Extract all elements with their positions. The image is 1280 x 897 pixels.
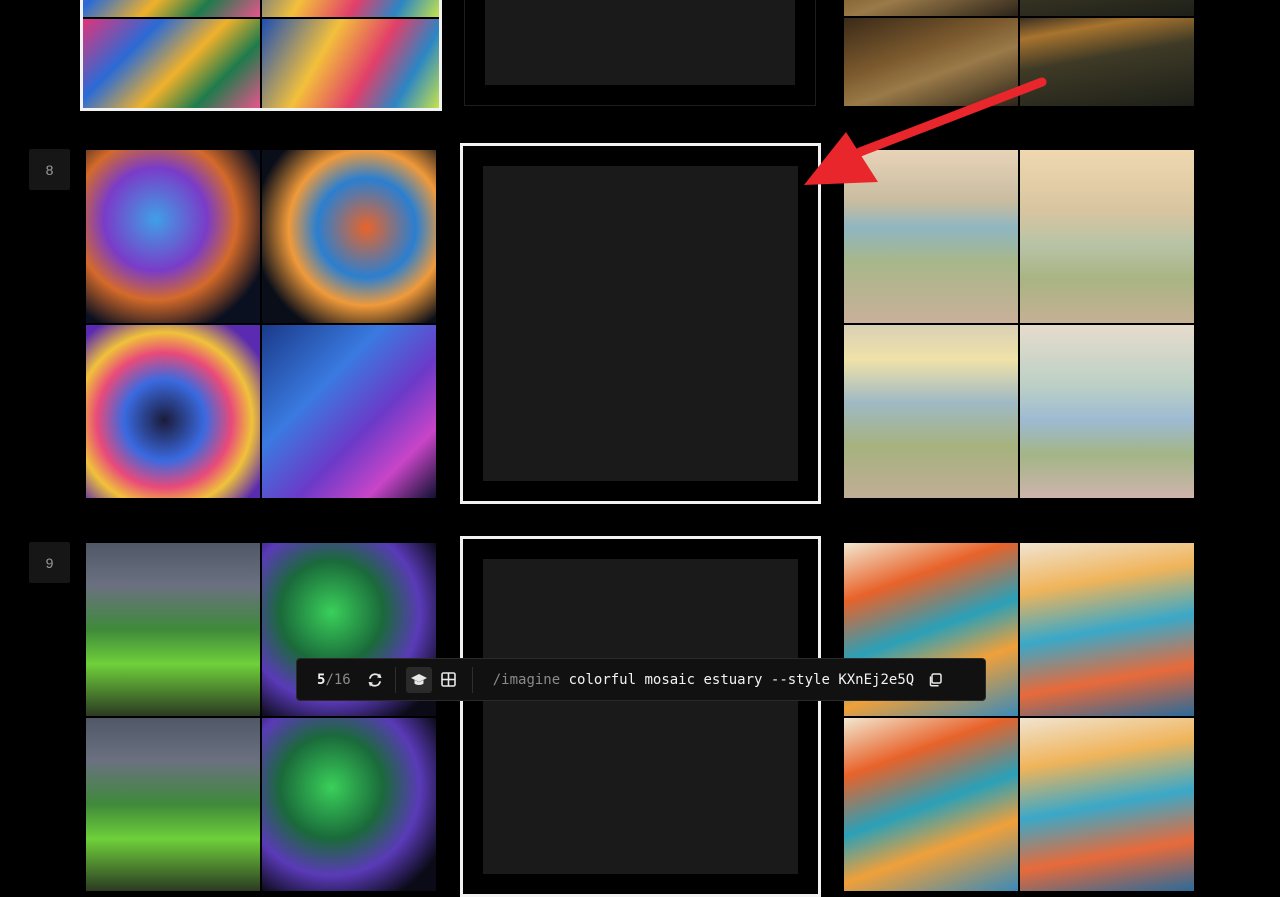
toolbar-divider [471,666,473,693]
prompt-text: /imagine colorful mosaic estuary --style… [493,672,914,688]
image-tile[interactable] [83,0,260,17]
placeholder-image [483,166,798,481]
prompt-command: /imagine [492,671,561,688]
refresh-icon [368,672,382,687]
row-number-badge: 9 [29,542,70,583]
row-7-left-grid[interactable] [80,0,442,111]
image-tile[interactable] [1020,543,1194,716]
image-tile[interactable] [844,718,1018,891]
copy-icon [929,672,942,687]
image-counter: 5 / 16 [317,672,351,688]
row-8-left-grid[interactable] [86,150,436,498]
total-count: 16 [333,671,351,688]
graduation-cap-icon [410,673,427,685]
image-tile[interactable] [262,150,436,323]
refresh-button[interactable] [365,670,385,690]
copy-prompt-button[interactable] [926,671,944,689]
image-tile[interactable] [86,543,260,716]
image-tile[interactable] [262,19,439,108]
counter-separator: / [325,671,334,688]
row-8-right-grid[interactable] [844,150,1194,498]
grid-view-button[interactable] [436,667,462,693]
row-number-badge: 8 [29,149,70,190]
image-tile[interactable] [86,718,260,891]
single-view-button[interactable] [405,666,432,693]
row-9-right-grid[interactable] [844,543,1194,891]
image-tile[interactable] [262,718,436,891]
row-9-left-grid[interactable] [86,543,436,891]
image-tile[interactable] [844,0,1018,16]
image-tile[interactable] [1020,718,1194,891]
current-index: 5 [317,671,326,688]
image-tile[interactable] [1020,325,1194,498]
image-tile[interactable] [83,19,260,108]
grid-icon [441,672,457,687]
row-8-placeholder-card[interactable] [460,143,821,504]
placeholder-image [485,0,795,85]
bottom-toolbar: 5 / 16 /imagine colorful mosaic estuary … [296,658,986,701]
red-arrow-annotation [804,77,1047,185]
image-tile[interactable] [262,325,436,498]
image-tile[interactable] [86,150,260,323]
prompt-body: colorful mosaic estuary --style KXnEj2e5… [568,671,915,688]
image-tile[interactable] [844,325,1018,498]
row-7-placeholder-card[interactable] [464,0,816,106]
image-tile[interactable] [86,325,260,498]
row-9-placeholder-card[interactable] [460,536,821,897]
toolbar-divider [394,666,396,693]
placeholder-image [483,559,798,874]
view-toggle [405,666,462,693]
image-tile[interactable] [262,0,439,17]
image-tile[interactable] [1020,0,1194,16]
